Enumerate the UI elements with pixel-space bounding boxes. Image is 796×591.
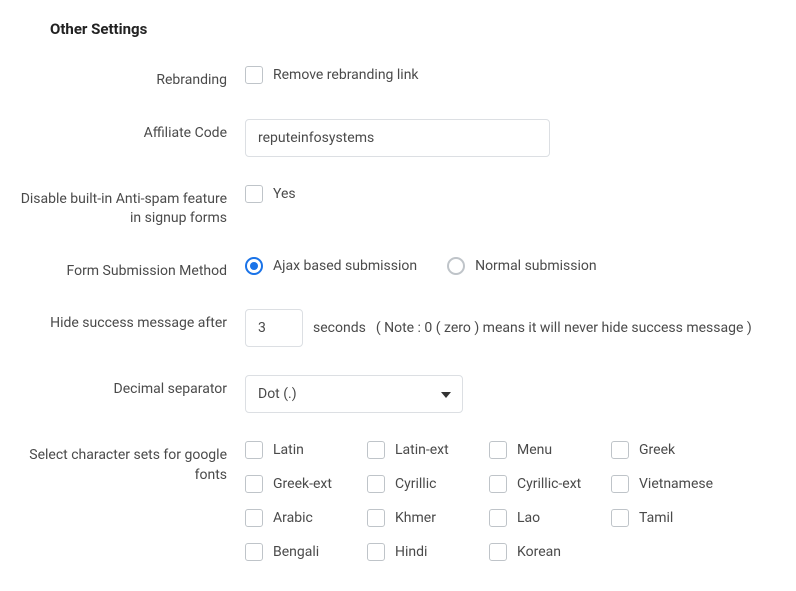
charset-item[interactable]: Cyrillic-ext bbox=[489, 475, 611, 493]
row-submission: Form Submission Method Ajax based submis… bbox=[20, 257, 776, 282]
charset-checkbox[interactable] bbox=[489, 441, 507, 459]
charset-checkbox[interactable] bbox=[367, 543, 385, 561]
charset-item[interactable]: Menu bbox=[489, 441, 611, 459]
charset-grid: Latin Latin-ext Menu Greek Greek-ext Cyr… bbox=[245, 441, 733, 561]
charset-item[interactable]: Tamil bbox=[611, 509, 733, 527]
label-affiliate: Affiliate Code bbox=[20, 119, 245, 144]
charset-item[interactable]: Greek-ext bbox=[245, 475, 367, 493]
antispam-checkbox-label: Yes bbox=[273, 186, 296, 202]
settings-container: Other Settings Rebranding Remove rebrand… bbox=[0, 20, 796, 561]
charset-checkbox[interactable] bbox=[611, 475, 629, 493]
radio-ajax[interactable] bbox=[245, 257, 263, 275]
antispam-checkbox-wrap[interactable]: Yes bbox=[245, 185, 296, 203]
charset-checkbox[interactable] bbox=[245, 475, 263, 493]
control-affiliate bbox=[245, 119, 776, 157]
rebranding-checkbox-label: Remove rebranding link bbox=[273, 67, 419, 83]
charset-label: Tamil bbox=[639, 510, 673, 526]
charset-item[interactable]: Greek bbox=[611, 441, 733, 459]
charset-item[interactable]: Vietnamese bbox=[611, 475, 733, 493]
charset-checkbox[interactable] bbox=[367, 509, 385, 527]
hide-msg-note: ( Note : 0 ( zero ) means it will never … bbox=[376, 320, 752, 336]
antispam-checkbox[interactable] bbox=[245, 185, 263, 203]
control-submission: Ajax based submission Normal submission bbox=[245, 257, 776, 275]
charset-checkbox[interactable] bbox=[489, 543, 507, 561]
charset-checkbox[interactable] bbox=[245, 543, 263, 561]
affiliate-code-input[interactable] bbox=[245, 119, 550, 157]
charset-label: Menu bbox=[517, 442, 552, 458]
radio-ajax-label: Ajax based submission bbox=[273, 258, 417, 274]
charset-checkbox[interactable] bbox=[611, 509, 629, 527]
charset-item[interactable]: Lao bbox=[489, 509, 611, 527]
charset-item[interactable]: Cyrillic bbox=[367, 475, 489, 493]
label-hide-msg: Hide success message after bbox=[20, 309, 245, 334]
charset-label: Greek-ext bbox=[273, 476, 332, 492]
charset-label: Lao bbox=[517, 510, 540, 526]
charset-label: Cyrillic-ext bbox=[517, 476, 581, 492]
decimal-select-wrap: Dot (.) bbox=[245, 375, 463, 413]
charset-label: Greek bbox=[639, 442, 675, 458]
charset-checkbox[interactable] bbox=[367, 441, 385, 459]
charset-checkbox[interactable] bbox=[245, 441, 263, 459]
charset-label: Latin bbox=[273, 442, 304, 458]
row-charsets: Select character sets for google fonts L… bbox=[20, 441, 776, 561]
control-antispam: Yes bbox=[245, 185, 776, 203]
charset-label: Khmer bbox=[395, 510, 436, 526]
radio-normal-wrap[interactable]: Normal submission bbox=[447, 257, 597, 275]
label-rebranding: Rebranding bbox=[20, 66, 245, 91]
radio-normal[interactable] bbox=[447, 257, 465, 275]
charset-checkbox[interactable] bbox=[489, 475, 507, 493]
control-rebranding: Remove rebranding link bbox=[245, 66, 776, 84]
row-hide-msg: Hide success message after seconds ( Not… bbox=[20, 309, 776, 347]
label-decimal: Decimal separator bbox=[20, 375, 245, 400]
row-antispam: Disable built-in Anti-spam feature in si… bbox=[20, 185, 776, 229]
charset-item[interactable]: Arabic bbox=[245, 509, 367, 527]
rebranding-checkbox[interactable] bbox=[245, 66, 263, 84]
control-hide-msg: seconds ( Note : 0 ( zero ) means it wil… bbox=[245, 309, 776, 347]
charset-item[interactable]: Khmer bbox=[367, 509, 489, 527]
control-decimal: Dot (.) bbox=[245, 375, 776, 413]
row-decimal: Decimal separator Dot (.) bbox=[20, 375, 776, 413]
charset-checkbox[interactable] bbox=[367, 475, 385, 493]
hide-msg-unit: seconds bbox=[313, 320, 366, 336]
label-charsets: Select character sets for google fonts bbox=[20, 441, 245, 485]
hide-msg-seconds-input[interactable] bbox=[245, 309, 303, 347]
section-title: Other Settings bbox=[20, 20, 776, 38]
charset-label: Arabic bbox=[273, 510, 313, 526]
rebranding-checkbox-wrap[interactable]: Remove rebranding link bbox=[245, 66, 419, 84]
charset-label: Cyrillic bbox=[395, 476, 436, 492]
charset-checkbox[interactable] bbox=[611, 441, 629, 459]
radio-ajax-wrap[interactable]: Ajax based submission bbox=[245, 257, 417, 275]
charset-item[interactable]: Hindi bbox=[367, 543, 489, 561]
radio-normal-label: Normal submission bbox=[475, 258, 597, 274]
charset-item[interactable]: Korean bbox=[489, 543, 611, 561]
label-antispam: Disable built-in Anti-spam feature in si… bbox=[20, 185, 245, 229]
charset-checkbox[interactable] bbox=[245, 509, 263, 527]
charset-checkbox[interactable] bbox=[489, 509, 507, 527]
row-rebranding: Rebranding Remove rebranding link bbox=[20, 66, 776, 91]
label-submission: Form Submission Method bbox=[20, 257, 245, 282]
charset-item[interactable]: Bengali bbox=[245, 543, 367, 561]
charset-label: Vietnamese bbox=[639, 476, 713, 492]
charset-item[interactable]: Latin-ext bbox=[367, 441, 489, 459]
charset-label: Latin-ext bbox=[395, 442, 449, 458]
control-charsets: Latin Latin-ext Menu Greek Greek-ext Cyr… bbox=[245, 441, 776, 561]
charset-item[interactable]: Latin bbox=[245, 441, 367, 459]
row-affiliate: Affiliate Code bbox=[20, 119, 776, 157]
decimal-select[interactable]: Dot (.) bbox=[245, 375, 463, 413]
